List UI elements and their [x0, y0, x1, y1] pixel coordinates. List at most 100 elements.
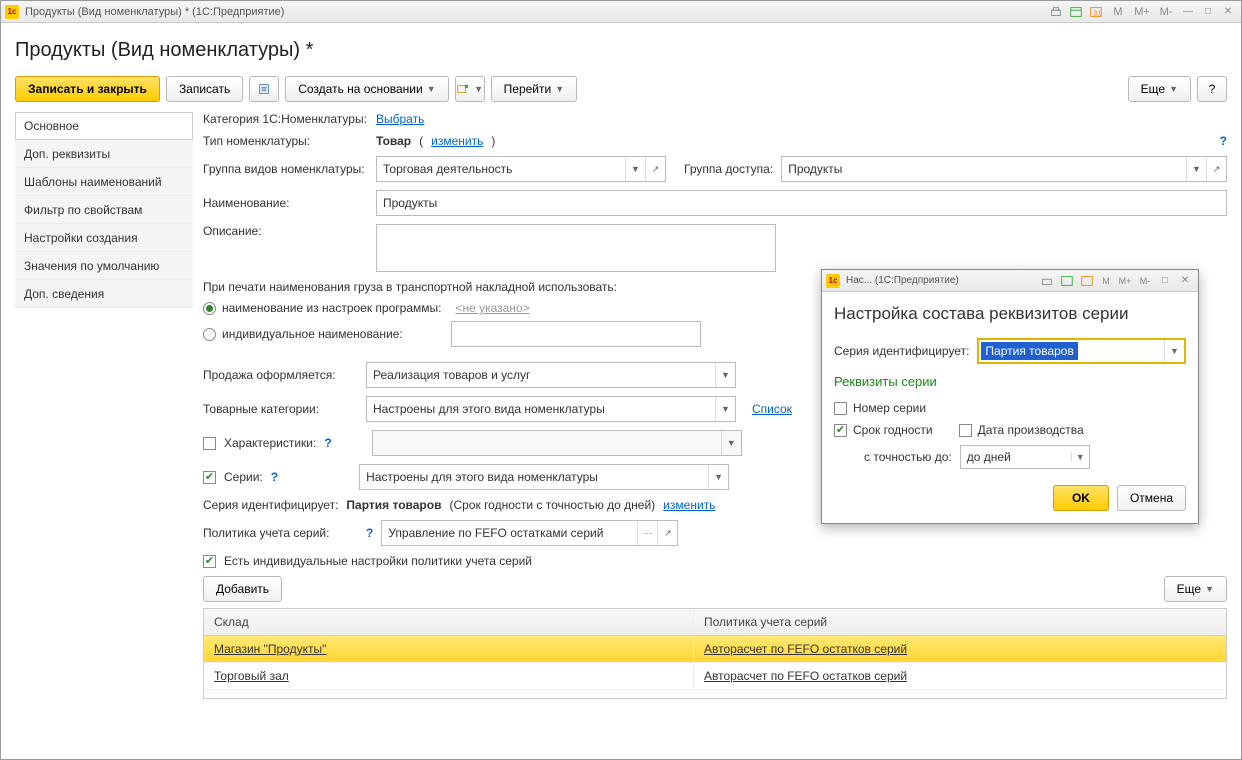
dropdown-icon[interactable]: ▼	[715, 397, 735, 421]
ellipsis-icon[interactable]: ⋯	[637, 521, 657, 545]
close-icon[interactable]: ✕	[1176, 273, 1194, 289]
maximize-icon[interactable]: □	[1156, 273, 1174, 289]
dropdown-icon[interactable]: ▼	[625, 157, 645, 181]
access-group-value: Продукты	[782, 162, 1186, 176]
table-more-label: Еще	[1177, 582, 1201, 596]
memory-mminus-button[interactable]: M-	[1136, 273, 1154, 289]
create-based-button[interactable]: Создать на основании▼	[285, 76, 448, 102]
more-button[interactable]: Еще▼	[1128, 76, 1191, 102]
name-input[interactable]: Продукты	[376, 190, 1227, 216]
memory-mplus-button[interactable]: M+	[1131, 4, 1153, 20]
radio-individual-name[interactable]	[203, 328, 216, 341]
sale-label: Продажа оформляется:	[203, 368, 358, 382]
characteristics-checkbox[interactable]	[203, 437, 216, 450]
open-icon[interactable]: ↗	[1206, 157, 1226, 181]
caret-down-icon: ▼	[1205, 584, 1214, 594]
help-icon[interactable]: ?	[271, 470, 278, 484]
dropdown-icon[interactable]: ▼	[1186, 157, 1206, 181]
sidebar-item-extra-props[interactable]: Доп. реквизиты	[15, 140, 193, 168]
policy-link[interactable]: Авторасчет по FEFO остатков серий	[704, 669, 907, 683]
print-icon[interactable]	[1038, 273, 1056, 289]
categories-list-link[interactable]: Список	[752, 402, 792, 416]
sale-input[interactable]: Реализация товаров и услуг ▼	[366, 362, 736, 388]
goto-button[interactable]: Перейти▼	[491, 76, 577, 102]
group-kind-value: Торговая деятельность	[377, 162, 625, 176]
radio-program-name[interactable]	[203, 302, 216, 315]
warehouse-link[interactable]: Торговый зал	[214, 669, 289, 683]
caret-down-icon: ▼	[555, 84, 564, 94]
minimize-icon[interactable]: —	[1179, 4, 1197, 20]
sidebar-item-main[interactable]: Основное	[15, 112, 193, 140]
ok-button[interactable]: OK	[1053, 485, 1109, 511]
series-settings-dialog: 1c Нас... (1С:Предприятие) M M+ M- □ ✕ Н…	[821, 269, 1199, 524]
sidebar-item-creation-settings[interactable]: Настройки создания	[15, 224, 193, 252]
type-change-link[interactable]: изменить	[431, 134, 483, 148]
table-row[interactable]: Торговый зал Авторасчет по FEFO остатков…	[204, 663, 1226, 690]
dropdown-icon[interactable]: ▼	[715, 363, 735, 387]
memory-m-button[interactable]: M	[1107, 4, 1129, 20]
sidebar-item-property-filter[interactable]: Фильтр по свойствам	[15, 196, 193, 224]
precision-input[interactable]: до дней ▼	[960, 445, 1090, 469]
memory-mplus-button[interactable]: M+	[1116, 273, 1134, 289]
category-select-link[interactable]: Выбрать	[376, 112, 424, 126]
open-icon[interactable]: ↗	[645, 157, 665, 181]
series-checkbox[interactable]	[203, 471, 216, 484]
sidebar-item-extra-info[interactable]: Доп. сведения	[15, 280, 193, 308]
expiry-checkbox[interactable]	[834, 424, 847, 437]
add-button[interactable]: Добавить	[203, 576, 282, 602]
table-more-button[interactable]: Еще ▼	[1164, 576, 1227, 602]
series-input[interactable]: Настроены для этого вида номенклатуры ▼	[359, 464, 729, 490]
table-row[interactable]: Магазин "Продукты" Авторасчет по FEFO ос…	[204, 636, 1226, 663]
series-identifies-change-link[interactable]: изменить	[663, 498, 715, 512]
save-close-button[interactable]: Записать и закрыть	[15, 76, 160, 102]
group-kind-label: Группа видов номенклатуры:	[203, 162, 368, 176]
memory-m-button[interactable]: M	[1098, 273, 1114, 289]
table-header-policy[interactable]: Политика учета серий	[694, 609, 1226, 635]
dropdown-icon[interactable]: ▼	[708, 465, 728, 489]
individual-policy-checkbox[interactable]	[203, 555, 216, 568]
sidebar-item-name-templates[interactable]: Шаблоны наименований	[15, 168, 193, 196]
series-number-label: Номер серии	[853, 401, 926, 415]
identifies-input[interactable]: Партия товаров ▼	[977, 338, 1186, 364]
section-title: Реквизиты серии	[834, 374, 1186, 389]
individual-name-input[interactable]	[451, 321, 701, 347]
group-kind-input[interactable]: Торговая деятельность ▼ ↗	[376, 156, 666, 182]
prod-date-checkbox[interactable]	[959, 424, 972, 437]
help-icon[interactable]: ?	[366, 526, 373, 540]
radio-program-name-label: наименование из настроек программы:	[222, 301, 441, 315]
attach-icon-button[interactable]: ▼	[455, 76, 485, 102]
dropdown-icon[interactable]: ▼	[1164, 340, 1184, 362]
characteristics-label: Характеристики:	[224, 436, 316, 450]
cancel-button[interactable]: Отмена	[1117, 485, 1186, 511]
calendar-orange-icon[interactable]	[1078, 273, 1096, 289]
name-label: Наименование:	[203, 196, 368, 210]
app-logo: 1c	[5, 5, 19, 19]
access-group-input[interactable]: Продукты ▼ ↗	[781, 156, 1227, 182]
save-button[interactable]: Записать	[166, 76, 243, 102]
calendar-green-icon[interactable]	[1067, 4, 1085, 20]
calendar-orange-icon[interactable]: 31	[1087, 4, 1105, 20]
help-icon[interactable]: ?	[1220, 134, 1227, 148]
warehouse-link[interactable]: Магазин "Продукты"	[214, 642, 326, 656]
calendar-green-icon[interactable]	[1058, 273, 1076, 289]
description-textarea[interactable]	[376, 224, 776, 272]
type-value: Товар	[376, 134, 411, 148]
not-specified-link[interactable]: <не указано>	[455, 301, 529, 315]
memory-mminus-button[interactable]: M-	[1155, 4, 1177, 20]
open-icon[interactable]: ↗	[657, 521, 677, 545]
series-number-checkbox[interactable]	[834, 402, 847, 415]
policy-link[interactable]: Авторасчет по FEFO остатков серий	[704, 642, 907, 656]
policy-value: Управление по FEFO остатками серий	[382, 526, 637, 540]
dialog-title: Настройка состава реквизитов серии	[834, 304, 1186, 324]
sidebar-item-defaults[interactable]: Значения по умолчанию	[15, 252, 193, 280]
dropdown-icon[interactable]: ▼	[1071, 452, 1089, 462]
help-button[interactable]: ?	[1197, 76, 1227, 102]
list-icon-button[interactable]	[249, 76, 279, 102]
categories-input[interactable]: Настроены для этого вида номенклатуры ▼	[366, 396, 736, 422]
close-icon[interactable]: ✕	[1219, 4, 1237, 20]
policy-input[interactable]: Управление по FEFO остатками серий ⋯ ↗	[381, 520, 678, 546]
maximize-icon[interactable]: □	[1199, 4, 1217, 20]
print-icon[interactable]	[1047, 4, 1065, 20]
help-icon[interactable]: ?	[324, 436, 331, 450]
table-header-warehouse[interactable]: Склад	[204, 609, 694, 635]
